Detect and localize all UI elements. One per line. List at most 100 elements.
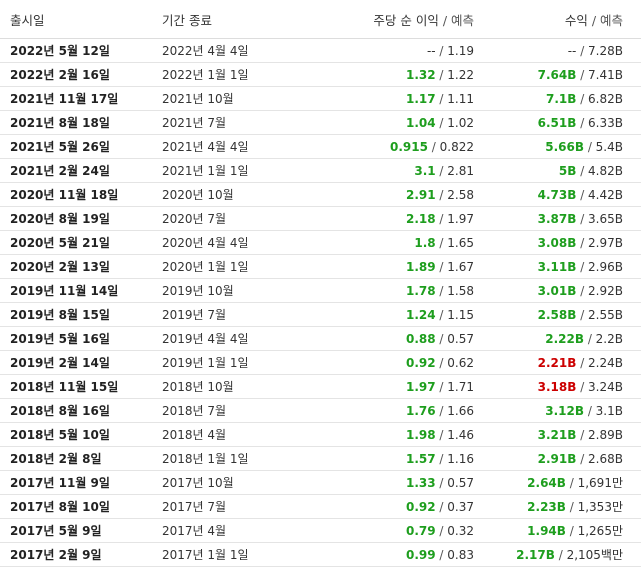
eps-cell: 1.04 / 1.02 <box>310 110 474 135</box>
eps-forecast: 1.66 <box>447 403 474 418</box>
revenue-actual: 3.11B <box>537 259 577 274</box>
eps-cell: 0.915 / 0.822 <box>310 134 474 159</box>
period-end-cell: 2017년 10월 <box>162 470 310 495</box>
header-revenue[interactable]: 수익 / 예측 <box>474 0 641 39</box>
eps-forecast: 1.02 <box>447 115 474 130</box>
revenue-cell: 5B / 4.82B <box>474 158 641 183</box>
release-date-cell: 2019년 11월 14일 <box>0 278 162 303</box>
revenue-actual: 5.66B <box>545 139 584 154</box>
revenue-cell: 3.21B / 2.89B <box>474 422 641 447</box>
eps-actual: 0.92 <box>406 355 436 370</box>
table-row: 2020년 11월 18일 2020년 10월 2.91 / 2.58 4.73… <box>0 182 641 207</box>
period-end-cell: 2020년 4월 4일 <box>162 230 310 255</box>
header-release-date[interactable]: 출시일 <box>0 0 162 39</box>
revenue-forecast: 4.42B <box>588 187 623 202</box>
revenue-cell: 2.64B / 1,691만 <box>474 470 641 495</box>
eps-actual: 0.79 <box>406 523 436 538</box>
eps-actual: 2.18 <box>406 211 436 226</box>
eps-forecast: 1.15 <box>447 307 474 322</box>
release-date-cell: 2020년 5월 21일 <box>0 230 162 255</box>
eps-forecast: 0.62 <box>447 355 474 370</box>
period-end-cell: 2021년 7월 <box>162 110 310 135</box>
period-end-cell: 2017년 4월 <box>162 518 310 543</box>
eps-cell: 1.57 / 1.16 <box>310 446 474 471</box>
eps-forecast: 0.83 <box>447 547 474 562</box>
revenue-cell: 3.87B / 3.65B <box>474 206 641 231</box>
table-row: 2020년 2월 13일 2020년 1월 1일 1.89 / 1.67 3.1… <box>0 254 641 279</box>
revenue-cell: 2.22B / 2.2B <box>474 326 641 351</box>
table-row: 2017년 5월 9일 2017년 4월 0.79 / 0.32 1.94B /… <box>0 518 641 543</box>
eps-forecast: 1.22 <box>447 67 474 82</box>
release-date-cell: 2021년 8월 18일 <box>0 110 162 135</box>
revenue-forecast: 2.96B <box>588 259 623 274</box>
revenue-cell: 2.91B / 2.68B <box>474 446 641 471</box>
revenue-cell: 1.94B / 1,265만 <box>474 518 641 543</box>
release-date-cell: 2021년 11월 17일 <box>0 86 162 111</box>
revenue-cell: -- / 7.28B <box>474 38 641 63</box>
revenue-actual: 2.17B <box>516 548 555 562</box>
eps-forecast: 0.822 <box>439 139 474 154</box>
table-row: 2022년 5월 12일 2022년 4월 4일 -- / 1.19 -- / … <box>0 38 641 63</box>
revenue-cell: 3.01B / 2.92B <box>474 278 641 303</box>
revenue-actual: 7.64B <box>537 67 577 82</box>
eps-actual: 0.915 <box>390 139 428 154</box>
revenue-cell: 7.64B / 7.41B <box>474 62 641 87</box>
table-row: 2019년 11월 14일 2019년 10월 1.78 / 1.58 3.01… <box>0 278 641 303</box>
revenue-cell: 6.51B / 6.33B <box>474 110 641 135</box>
table-row: 2017년 11월 9일 2017년 10월 1.33 / 0.57 2.64B… <box>0 470 641 495</box>
header-period-end[interactable]: 기간 종료 <box>162 0 310 39</box>
eps-cell: 0.92 / 0.62 <box>310 350 474 375</box>
revenue-cell: 3.18B / 3.24B <box>474 374 641 399</box>
eps-forecast: 1.16 <box>447 451 474 466</box>
revenue-actual: 2.23B <box>527 500 566 514</box>
release-date-cell: 2020년 2월 13일 <box>0 254 162 279</box>
period-end-cell: 2020년 10월 <box>162 182 310 207</box>
eps-cell: 1.76 / 1.66 <box>310 398 474 423</box>
revenue-forecast: 5.4B <box>595 139 623 154</box>
table-row: 2019년 2월 14일 2019년 1월 1일 0.92 / 0.62 2.2… <box>0 350 641 375</box>
release-date-cell: 2017년 8월 10일 <box>0 494 162 519</box>
eps-actual: 0.88 <box>406 331 436 346</box>
table-row: 2018년 5월 10일 2018년 4월 1.98 / 1.46 3.21B … <box>0 422 641 447</box>
table-row: 2017년 2월 9일 2017년 1월 1일 0.99 / 0.83 2.17… <box>0 542 641 567</box>
revenue-actual: 3.12B <box>545 403 584 418</box>
revenue-actual: 3.01B <box>537 283 577 298</box>
eps-forecast: 1.19 <box>447 43 474 58</box>
eps-actual: 1.04 <box>406 115 436 130</box>
period-end-cell: 2018년 1월 1일 <box>162 446 310 471</box>
eps-actual: 1.32 <box>406 67 436 82</box>
eps-forecast: 1.71 <box>447 379 474 394</box>
release-date-cell: 2018년 2월 8일 <box>0 446 162 471</box>
release-date-cell: 2017년 11월 9일 <box>0 470 162 495</box>
period-end-cell: 2021년 1월 1일 <box>162 158 310 183</box>
eps-actual: 2.91 <box>406 187 436 202</box>
eps-cell: 1.8 / 1.65 <box>310 230 474 255</box>
revenue-forecast: 2.55B <box>588 307 623 322</box>
period-end-cell: 2021년 4월 4일 <box>162 134 310 159</box>
eps-forecast: 2.81 <box>447 163 474 178</box>
table-row: 2021년 8월 18일 2021년 7월 1.04 / 1.02 6.51B … <box>0 110 641 135</box>
table-row: 2020년 8월 19일 2020년 7월 2.18 / 1.97 3.87B … <box>0 206 641 231</box>
revenue-forecast: 7.41B <box>588 67 623 82</box>
revenue-forecast: 1,265만 <box>577 524 623 538</box>
table-row: 2018년 8월 16일 2018년 7월 1.76 / 1.66 3.12B … <box>0 398 641 423</box>
eps-forecast: 0.37 <box>447 499 474 514</box>
table-row: 2020년 5월 21일 2020년 4월 4일 1.8 / 1.65 3.08… <box>0 230 641 255</box>
earnings-table: 출시일 기간 종료 주당 순 이익 / 예측 수익 / 예측 2022년 5월 … <box>0 0 641 567</box>
release-date-cell: 2022년 2월 16일 <box>0 62 162 87</box>
eps-forecast: 1.58 <box>447 283 474 298</box>
period-end-cell: 2017년 1월 1일 <box>162 542 310 567</box>
revenue-forecast: 2.24B <box>588 355 623 370</box>
eps-actual: 0.92 <box>406 499 436 514</box>
revenue-forecast: 3.24B <box>588 379 623 394</box>
eps-cell: 1.24 / 1.15 <box>310 302 474 327</box>
release-date-cell: 2021년 5월 26일 <box>0 134 162 159</box>
revenue-actual: 3.08B <box>537 235 577 250</box>
header-eps[interactable]: 주당 순 이익 / 예측 <box>310 0 474 39</box>
revenue-forecast: 3.65B <box>588 211 623 226</box>
release-date-cell: 2019년 5월 16일 <box>0 326 162 351</box>
period-end-cell: 2021년 10월 <box>162 86 310 111</box>
release-date-cell: 2018년 5월 10일 <box>0 422 162 447</box>
revenue-actual: 6.51B <box>537 115 577 130</box>
revenue-actual: 2.58B <box>537 307 577 322</box>
